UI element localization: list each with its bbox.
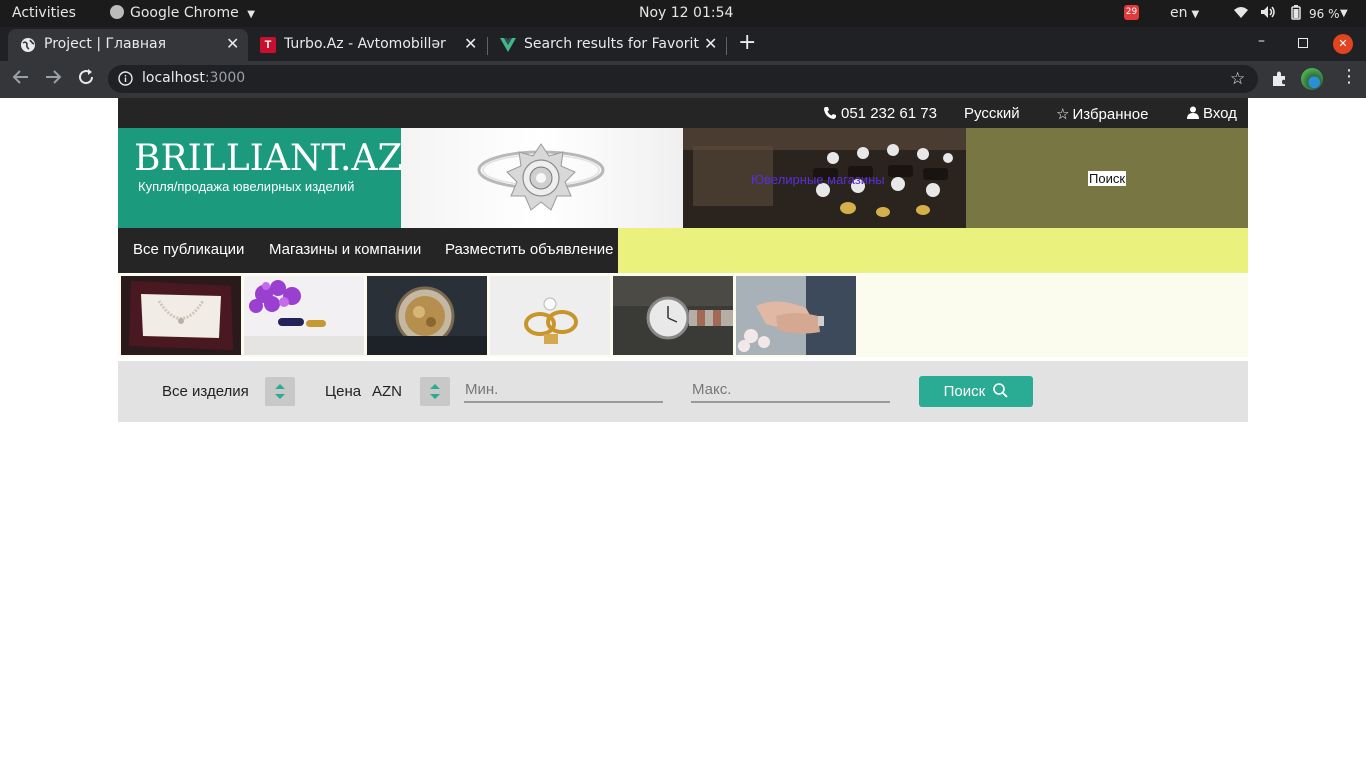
- chrome-icon: [110, 5, 124, 19]
- tab-search-results[interactable]: Search results for Favorit ✕: [488, 29, 726, 61]
- jewelry-shops-label[interactable]: Ювелирные магазины: [751, 172, 885, 187]
- search-button[interactable]: Поиск: [919, 376, 1033, 407]
- search-banner[interactable]: Поиск: [966, 128, 1248, 228]
- gallery-image-necklace[interactable]: [121, 276, 241, 355]
- category-gallery: [118, 274, 1248, 357]
- tab-project[interactable]: Project | Главная ✕: [8, 29, 248, 61]
- category-select-arrows[interactable]: [265, 377, 295, 406]
- gallery-image-wristwatch[interactable]: [613, 276, 733, 355]
- min-price-input[interactable]: [464, 377, 663, 403]
- profile-avatar[interactable]: [1301, 68, 1323, 90]
- language-switch[interactable]: Русский: [964, 105, 1020, 122]
- category-select[interactable]: Все изделия: [162, 383, 249, 400]
- language-indicator[interactable]: en ▼: [1170, 5, 1199, 21]
- gallery-image-rings-flowers[interactable]: [244, 276, 364, 355]
- login-link[interactable]: Вход: [1187, 105, 1237, 122]
- phone-number: 051 232 61 73: [841, 105, 937, 122]
- gallery-image-gold-rings[interactable]: [490, 276, 610, 355]
- nav-post-ad[interactable]: Разместить объявление: [445, 241, 613, 258]
- app-name: Google Chrome: [130, 5, 239, 21]
- system-top-bar: Activities Google Chrome ▼ Noy 12 01:54 …: [0, 0, 1366, 27]
- search-banner-label[interactable]: Поиск: [1088, 171, 1127, 186]
- logo-title: BRILLIANT.AZ: [134, 138, 403, 179]
- gallery-image-wedding-hands[interactable]: [736, 276, 856, 355]
- caret-down-icon[interactable]: ▼: [1340, 8, 1348, 19]
- currency-select[interactable]: AZN: [372, 383, 402, 400]
- language-label: en: [1170, 5, 1188, 21]
- wifi-icon[interactable]: [1233, 5, 1249, 23]
- nav-shops-companies[interactable]: Магазины и компании: [269, 241, 421, 258]
- nav-menu: Все публикации Магазины и компании Разме…: [118, 228, 618, 273]
- nav-all-publications[interactable]: Все публикации: [133, 241, 244, 258]
- vue-icon: [500, 37, 516, 53]
- menu-kebab-icon[interactable]: ⋮: [1340, 68, 1358, 86]
- favorites-label: Избранное: [1072, 106, 1149, 123]
- globe-icon: [20, 37, 36, 53]
- minimize-icon[interactable]: –: [1258, 33, 1265, 49]
- user-icon: [1187, 106, 1199, 119]
- gallery-image-watch-mechanism[interactable]: [367, 276, 487, 355]
- header-banner: BRILLIANT.AZ Купля/продажа ювелирных изд…: [118, 128, 1248, 228]
- main-nav: Все публикации Магазины и компании Разме…: [118, 228, 1248, 273]
- close-tab-icon[interactable]: ✕: [704, 34, 717, 53]
- close-tab-icon[interactable]: ✕: [464, 34, 477, 53]
- caret-down-icon: ▼: [247, 9, 255, 20]
- volume-icon[interactable]: [1260, 5, 1276, 23]
- back-icon[interactable]: [12, 68, 30, 91]
- info-icon[interactable]: [118, 71, 133, 90]
- close-window-icon[interactable]: ✕: [1333, 34, 1353, 54]
- favorites-link[interactable]: ☆ Избранное: [1056, 105, 1148, 123]
- currency-select-arrows[interactable]: [420, 377, 450, 406]
- battery-percent: 96 %: [1309, 7, 1340, 21]
- tab-title: Project | Главная: [44, 36, 166, 52]
- caret-down-icon: ▼: [1191, 9, 1200, 20]
- site-top-bar: 051 232 61 73 Русский ☆ Избранное Вход: [118, 98, 1248, 128]
- tab-separator: [726, 37, 727, 55]
- app-menu[interactable]: Google Chrome ▼: [110, 5, 255, 21]
- tab-turbo-az[interactable]: T Turbo.Az - Avtomobillər ✕: [248, 29, 486, 61]
- browser-tab-strip: Project | Главная ✕ T Turbo.Az - Avtomob…: [0, 27, 1366, 61]
- search-filter-bar: Все изделия Цена AZN Поиск: [118, 361, 1248, 422]
- logo[interactable]: BRILLIANT.AZ Купля/продажа ювелирных изд…: [118, 128, 403, 228]
- reload-icon[interactable]: [77, 68, 95, 91]
- tab-title: Search results for Favorit: [524, 36, 699, 52]
- star-icon: ☆: [1056, 106, 1070, 123]
- max-price-input[interactable]: [691, 377, 890, 403]
- turbo-az-icon: T: [260, 37, 276, 53]
- clock[interactable]: Noy 12 01:54: [639, 5, 733, 21]
- login-label: Вход: [1203, 105, 1237, 122]
- phone-link[interactable]: 051 232 61 73: [823, 105, 937, 122]
- tab-title: Turbo.Az - Avtomobillər: [284, 36, 446, 52]
- url-text: localhost:3000: [142, 70, 246, 86]
- forward-icon[interactable]: [44, 68, 62, 91]
- new-tab-icon[interactable]: +: [738, 30, 756, 55]
- address-bar[interactable]: localhost:3000 ☆: [108, 65, 1258, 93]
- phone-icon: [824, 107, 836, 119]
- jewelry-shops-banner[interactable]: Ювелирные магазины: [683, 128, 966, 228]
- price-label: Цена: [325, 383, 362, 400]
- maximize-icon[interactable]: [1298, 38, 1308, 48]
- activities-button[interactable]: Activities: [12, 5, 76, 21]
- search-icon: [993, 383, 1009, 398]
- notification-badge[interactable]: 29: [1124, 5, 1139, 20]
- bookmark-star-icon[interactable]: ☆: [1230, 69, 1245, 89]
- search-button-label: Поиск: [943, 383, 986, 400]
- extensions-icon[interactable]: [1271, 70, 1288, 92]
- logo-subtitle: Купля/продажа ювелирных изделий: [138, 179, 355, 194]
- close-tab-icon[interactable]: ✕: [226, 34, 239, 53]
- battery-icon[interactable]: [1291, 5, 1301, 24]
- browser-toolbar: localhost:3000 ☆ ⋮: [0, 61, 1366, 98]
- diamond-ring-image: [401, 128, 683, 228]
